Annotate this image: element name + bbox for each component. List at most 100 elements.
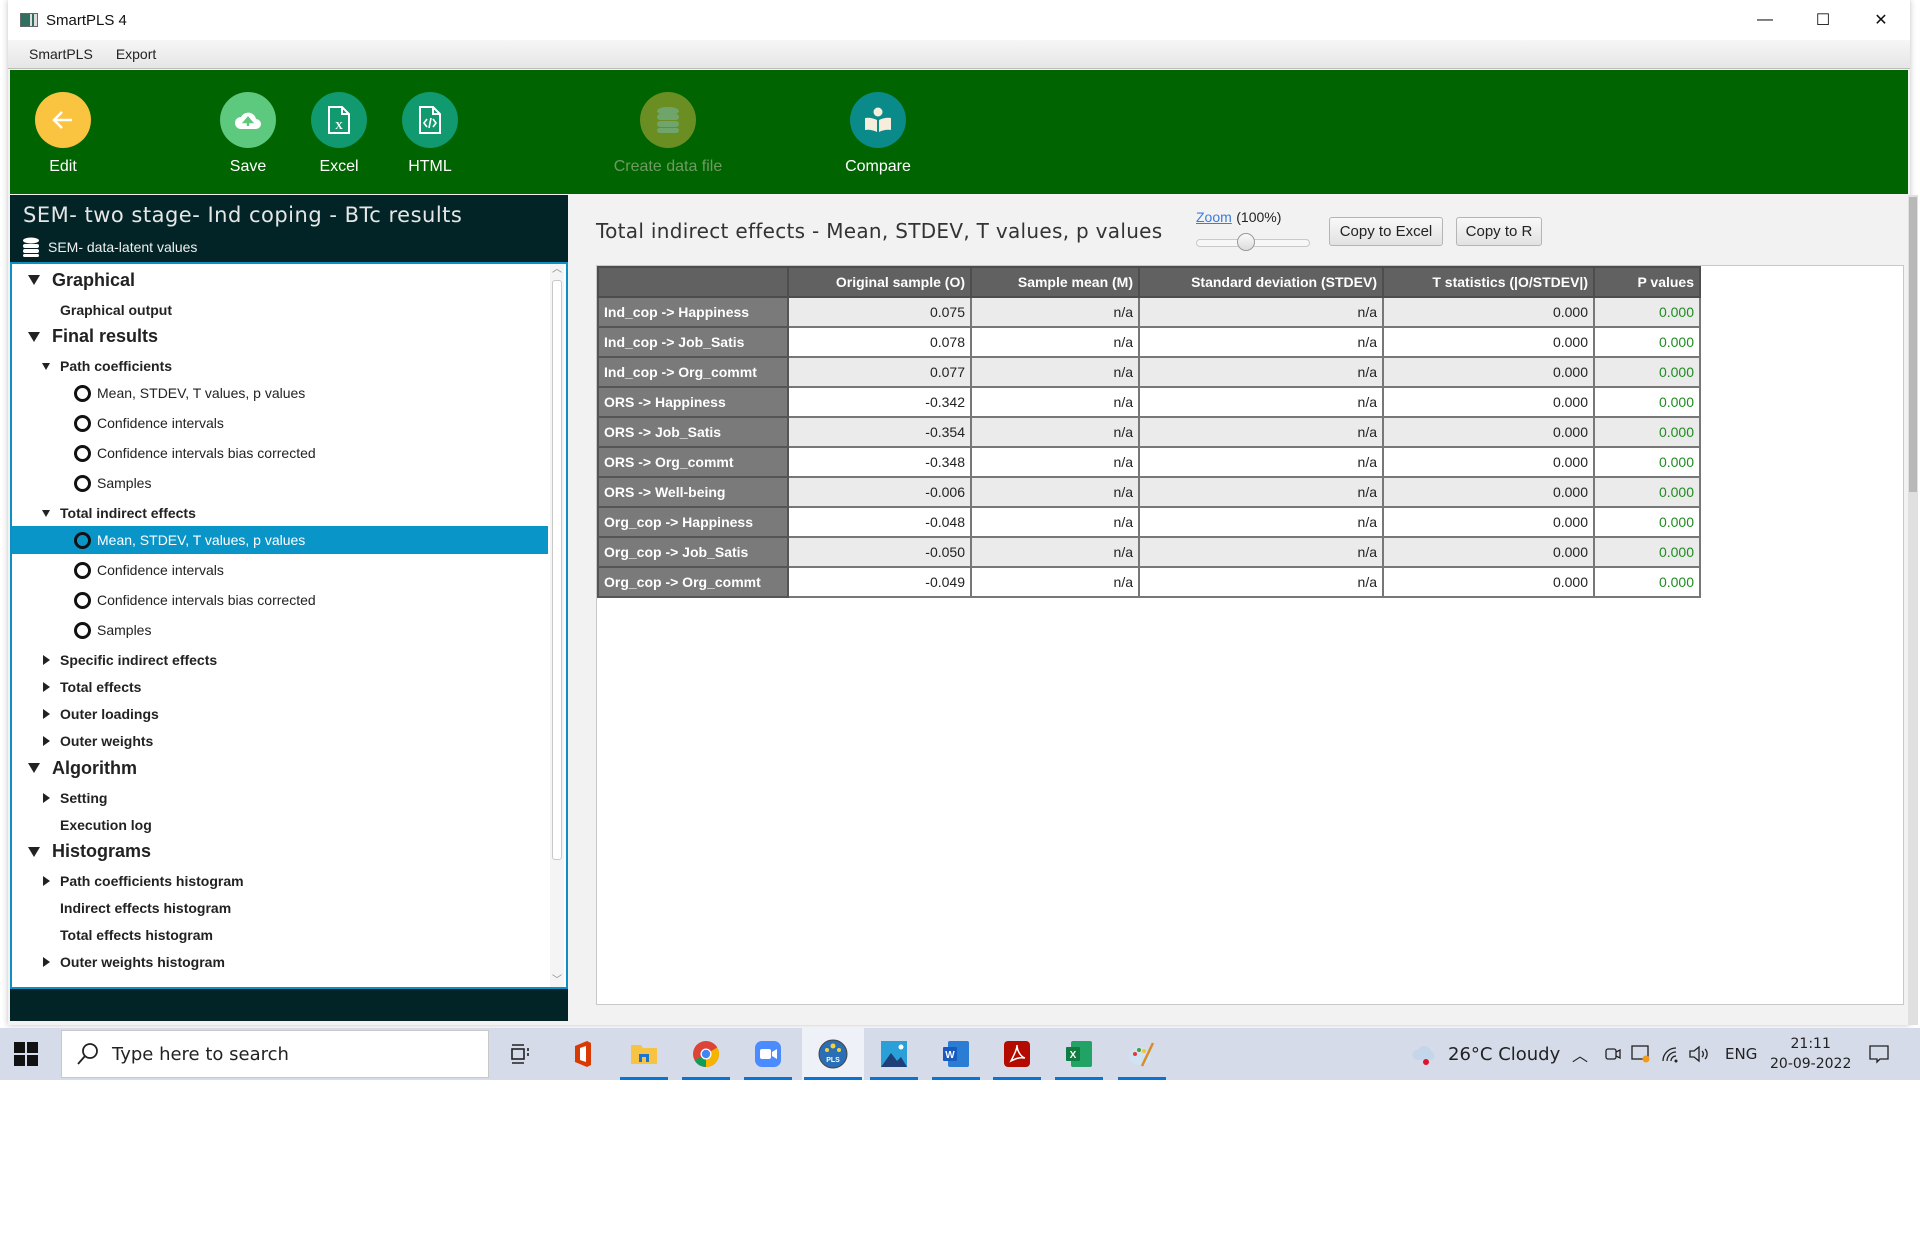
update-icon[interactable] <box>1630 1028 1652 1080</box>
zoom-slider-thumb[interactable] <box>1237 233 1255 251</box>
tree-item-label: Indirect effects histogram <box>60 900 232 916</box>
column-header[interactable]: Original sample (O) <box>787 266 972 298</box>
expand-triangle-icon[interactable] <box>38 362 54 370</box>
tree-item[interactable]: Confidence intervals <box>12 556 548 584</box>
tree-item[interactable]: Total effects <box>12 673 548 701</box>
smartpls-icon[interactable]: PLS <box>802 1028 864 1080</box>
table-row[interactable]: Org_cop -> Org_commt -0.049 n/a n/a 0.000 0.0… <box>597 566 1701 598</box>
word-icon[interactable]: W <box>930 1028 982 1080</box>
window-scrollbar[interactable] <box>1908 195 1918 1025</box>
zoom-app-icon[interactable] <box>742 1028 794 1080</box>
expand-triangle-icon[interactable] <box>24 763 44 773</box>
collapse-triangle-icon[interactable] <box>38 876 54 886</box>
tree-item[interactable]: Outer loadings <box>12 700 548 728</box>
paint-icon[interactable] <box>1116 1028 1168 1080</box>
minimize-button[interactable]: — <box>1736 0 1794 40</box>
column-header[interactable]: Standard deviation (STDEV) <box>1138 266 1384 298</box>
expand-triangle-icon[interactable] <box>24 331 44 342</box>
copy-to-r-button[interactable]: Copy to R <box>1456 217 1542 246</box>
acrobat-icon[interactable] <box>991 1028 1043 1080</box>
zoom-link[interactable]: Zoom <box>1196 209 1232 225</box>
copy-to-excel-button[interactable]: Copy to Excel <box>1329 217 1443 246</box>
tree-item[interactable]: Samples <box>12 469 548 497</box>
tree-item[interactable]: Total indirect effects <box>12 499 548 527</box>
tree-scrollbar[interactable]: ︿ ﹀ <box>550 264 564 987</box>
scroll-down-icon[interactable]: ﹀ <box>551 975 563 987</box>
column-header[interactable]: Sample mean (M) <box>970 266 1140 298</box>
scroll-up-icon[interactable]: ︿ <box>551 264 563 276</box>
chrome-icon[interactable] <box>680 1028 732 1080</box>
tree-item[interactable]: Execution log <box>12 811 548 839</box>
tree-item[interactable]: Confidence intervals bias corrected <box>12 439 548 467</box>
html-button[interactable]: HTML <box>385 92 475 176</box>
office-icon[interactable] <box>556 1028 608 1080</box>
dataset-name[interactable]: SEM- data-latent values <box>48 239 197 255</box>
tree-item[interactable]: Path coefficients <box>12 352 548 380</box>
tree-item[interactable]: Graphical <box>12 266 548 294</box>
table-row[interactable]: ORS -> Happiness -0.342 n/a n/a 0.000 0.000 <box>597 386 1701 418</box>
windows-start-icon[interactable] <box>14 1042 38 1066</box>
table-row[interactable]: Org_cop -> Happiness -0.048 n/a n/a 0.000 0.0… <box>597 506 1701 538</box>
column-header[interactable]: T statistics (|O/STDEV|) <box>1382 266 1595 298</box>
collapse-triangle-icon[interactable] <box>38 957 54 967</box>
file-explorer-icon[interactable] <box>618 1028 670 1080</box>
save-button[interactable]: Save <box>203 92 293 176</box>
language-indicator[interactable]: ENG <box>1725 1028 1757 1080</box>
scrollbar-thumb[interactable] <box>1909 197 1917 492</box>
column-header[interactable]: P values <box>1593 266 1701 298</box>
table-row[interactable]: ORS -> Job_Satis -0.354 n/a n/a 0.000 0.000 <box>597 416 1701 448</box>
table-row[interactable]: Ind_cop -> Happiness 0.075 n/a n/a 0.000 0.00… <box>597 296 1701 328</box>
table-row[interactable]: ORS -> Org_commt -0.348 n/a n/a 0.000 0.000 <box>597 446 1701 478</box>
compare-button[interactable]: Compare <box>823 92 933 176</box>
excel-icon[interactable]: X <box>1053 1028 1105 1080</box>
notifications-icon[interactable] <box>1868 1028 1890 1080</box>
tree-item[interactable]: Specific indirect effects <box>12 646 548 674</box>
table-row[interactable]: Ind_cop -> Org_commt 0.077 n/a n/a 0.000 0.00… <box>597 356 1701 388</box>
tree-item[interactable]: Algorithm <box>12 754 548 782</box>
tree-item[interactable]: Graphical output <box>12 296 548 324</box>
collapse-triangle-icon[interactable] <box>38 792 54 803</box>
expand-triangle-icon[interactable] <box>24 275 44 285</box>
maximize-button[interactable]: ☐ <box>1794 0 1852 40</box>
menu-export[interactable]: Export <box>116 46 156 62</box>
tree-item[interactable]: Setting <box>12 784 548 812</box>
tree-item[interactable]: Total effects histogram <box>12 921 548 949</box>
wifi-icon[interactable] <box>1660 1028 1680 1080</box>
tree-item[interactable]: Final results <box>12 323 548 351</box>
tree-item[interactable]: Outer weights histogram <box>12 948 548 976</box>
create-data-file-button[interactable]: Create data file <box>593 92 743 176</box>
menu-smartpls[interactable]: SmartPLS <box>29 46 93 62</box>
tree-item[interactable]: Mean, STDEV, T values, p values <box>12 526 548 554</box>
table-row[interactable]: Org_cop -> Job_Satis -0.050 n/a n/a 0.000 0.0… <box>597 536 1701 568</box>
tree-item[interactable]: Confidence intervals bias corrected <box>12 586 548 614</box>
collapse-triangle-icon[interactable] <box>38 709 54 719</box>
clock[interactable]: 21:11 20-09-2022 <box>1770 1028 1851 1080</box>
weather-widget[interactable]: 26°C Cloudy <box>1410 1028 1560 1080</box>
collapse-triangle-icon[interactable] <box>38 736 54 746</box>
photos-icon[interactable] <box>868 1028 920 1080</box>
meet-now-icon[interactable] <box>1604 1028 1622 1080</box>
collapse-triangle-icon[interactable] <box>38 682 54 692</box>
tree-item[interactable]: Path coefficients histogram <box>12 867 548 895</box>
table-row[interactable]: Ind_cop -> Job_Satis 0.078 n/a n/a 0.000 0.00… <box>597 326 1701 358</box>
cloud-icon <box>1412 1046 1435 1065</box>
excel-button[interactable]: X Excel <box>294 92 384 176</box>
taskbar-search[interactable]: Type here to search <box>61 1030 489 1078</box>
tree-item[interactable]: Samples <box>12 616 548 644</box>
column-header[interactable] <box>597 266 789 298</box>
edit-button[interactable]: Edit <box>18 92 108 176</box>
expand-triangle-icon[interactable] <box>24 846 44 857</box>
tree-item[interactable]: Confidence intervals <box>12 409 548 437</box>
tree-item[interactable]: Mean, STDEV, T values, p values <box>12 379 548 407</box>
collapse-triangle-icon[interactable] <box>38 655 54 665</box>
task-view-icon[interactable] <box>494 1028 546 1080</box>
show-hidden-icons[interactable]: ︿ <box>1572 1028 1588 1080</box>
volume-icon[interactable] <box>1688 1028 1712 1080</box>
scrollbar-thumb[interactable] <box>552 280 562 860</box>
table-row[interactable]: ORS -> Well-being -0.006 n/a n/a 0.000 0.000 <box>597 476 1701 508</box>
tree-item[interactable]: Histograms <box>12 838 548 866</box>
tree-item[interactable]: Indirect effects histogram <box>12 894 548 922</box>
tree-item[interactable]: Outer weights <box>12 727 548 755</box>
close-button[interactable]: ✕ <box>1852 0 1910 40</box>
expand-triangle-icon[interactable] <box>38 509 54 517</box>
